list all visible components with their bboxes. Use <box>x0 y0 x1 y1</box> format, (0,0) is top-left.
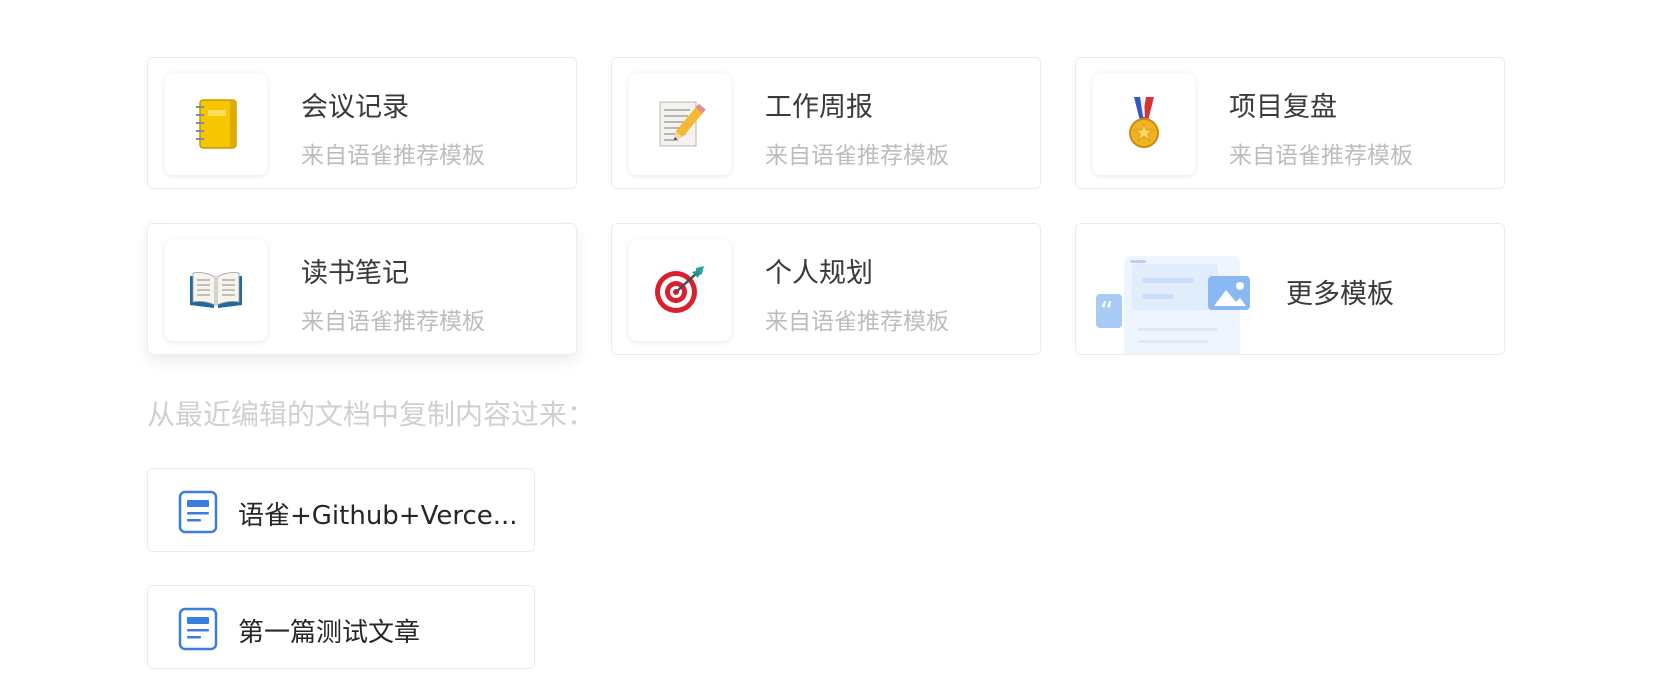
template-title: 读书笔记 <box>301 258 409 289</box>
template-subtitle: 来自语雀推荐模板 <box>1229 143 1413 169</box>
recent-doc-item[interactable]: 第一篇测试文章 <box>147 585 535 669</box>
memo-pencil-icon <box>629 73 731 175</box>
template-title: 个人规划 <box>765 258 873 289</box>
template-card-meeting[interactable]: 会议记录 来自语雀推荐模板 <box>147 57 577 189</box>
recent-doc-item[interactable]: 语雀+Github+Verce... <box>147 468 535 552</box>
template-subtitle: 来自语雀推荐模板 <box>301 143 485 169</box>
template-card-project-review[interactable]: 项目复盘 来自语雀推荐模板 <box>1075 57 1505 189</box>
template-subtitle: 来自语雀推荐模板 <box>301 309 485 335</box>
template-card-personal-plan[interactable]: 个人规划 来自语雀推荐模板 <box>611 223 1041 355</box>
recent-docs-heading: 从最近编辑的文档中复制内容过来： <box>147 398 596 431</box>
template-title: 项目复盘 <box>1229 92 1337 123</box>
template-card-weekly-report[interactable]: 工作周报 来自语雀推荐模板 <box>611 57 1041 189</box>
template-title: 工作周报 <box>765 92 873 123</box>
template-title: 会议记录 <box>301 92 409 123</box>
document-icon <box>178 490 218 538</box>
target-icon <box>629 239 731 341</box>
template-subtitle: 来自语雀推荐模板 <box>765 143 949 169</box>
open-book-icon <box>165 239 267 341</box>
doc-title: 第一篇测试文章 <box>238 618 421 648</box>
document-icon <box>178 607 218 655</box>
doc-title: 语雀+Github+Verce... <box>238 501 518 531</box>
template-subtitle: 来自语雀推荐模板 <box>765 309 949 335</box>
more-templates-label: 更多模板 <box>1286 279 1394 310</box>
template-card-reading-notes[interactable]: 读书笔记 来自语雀推荐模板 <box>147 223 577 355</box>
svg-text:“: “ <box>1100 297 1113 327</box>
template-illustration-icon: “ <box>1094 252 1264 354</box>
more-templates-card[interactable]: “ 更多模板 <box>1075 223 1505 355</box>
notebook-icon <box>165 73 267 175</box>
medal-icon <box>1093 73 1195 175</box>
